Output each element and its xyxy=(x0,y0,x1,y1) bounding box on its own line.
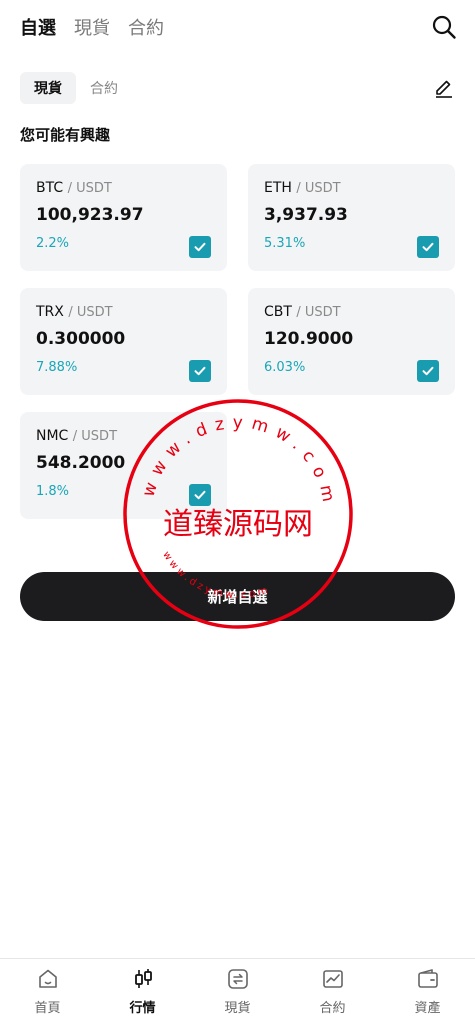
pair-name: TRX / USDT xyxy=(36,304,113,320)
pair-name: ETH / USDT xyxy=(264,180,341,196)
checkbox-checked-icon[interactable] xyxy=(189,484,211,506)
pair-price: 3,937.93 xyxy=(264,205,348,225)
pair-change: 1.8% xyxy=(36,484,70,499)
checkbox-checked-icon[interactable] xyxy=(417,236,439,258)
tab-contract[interactable]: 合約 xyxy=(128,14,164,40)
subtab-contract[interactable]: 合約 xyxy=(76,72,132,104)
nav-label: 首頁 xyxy=(34,1001,61,1016)
pair-card-nmc[interactable]: NMC / USDT 548.2000 1.8% xyxy=(20,412,227,519)
nav-market[interactable]: 行情 xyxy=(95,959,190,1024)
chart-contract-icon xyxy=(322,970,343,988)
nav-label: 資產 xyxy=(414,1001,441,1016)
pair-price: 120.9000 xyxy=(264,329,354,349)
nav-home[interactable]: 首頁 xyxy=(0,959,95,1024)
nav-label: 合約 xyxy=(319,1001,346,1016)
nav-assets[interactable]: 資產 xyxy=(380,959,475,1024)
nav-label: 行情 xyxy=(129,1001,156,1016)
checkbox-checked-icon[interactable] xyxy=(189,236,211,258)
search-icon[interactable] xyxy=(431,14,457,40)
pair-price: 100,923.97 xyxy=(36,205,144,225)
add-watchlist-button[interactable]: 新增自選 xyxy=(20,572,455,621)
sub-tabs: 現貨 合約 xyxy=(20,72,132,104)
pair-name: CBT / USDT xyxy=(264,304,341,320)
pair-price: 548.2000 xyxy=(36,453,126,473)
pair-name: NMC / USDT xyxy=(36,428,118,444)
wallet-icon xyxy=(417,969,438,988)
section-title: 您可能有興趣 xyxy=(20,126,111,144)
pair-card-btc[interactable]: BTC / USDT 100,923.97 2.2% xyxy=(20,164,227,271)
pair-change: 6.03% xyxy=(264,360,306,375)
checkbox-checked-icon[interactable] xyxy=(417,360,439,382)
tab-watchlist[interactable]: 自選 xyxy=(20,14,56,40)
pair-change: 5.31% xyxy=(264,236,306,251)
header-tabs: 自選 現貨 合約 xyxy=(20,14,164,40)
exchange-icon xyxy=(227,969,248,989)
nav-label: 現貨 xyxy=(224,1001,251,1016)
checkbox-checked-icon[interactable] xyxy=(189,360,211,382)
pair-price: 0.300000 xyxy=(36,329,126,349)
pair-change: 7.88% xyxy=(36,360,78,375)
candlestick-icon xyxy=(134,969,152,988)
edit-icon[interactable] xyxy=(433,76,455,98)
pair-change: 2.2% xyxy=(36,236,70,251)
home-icon xyxy=(38,969,57,988)
subtab-spot[interactable]: 現貨 xyxy=(20,72,76,104)
pair-card-trx[interactable]: TRX / USDT 0.300000 7.88% xyxy=(20,288,227,395)
tab-spot[interactable]: 現貨 xyxy=(74,14,110,40)
nav-contract[interactable]: 合約 xyxy=(285,959,380,1024)
pair-card-cbt[interactable]: CBT / USDT 120.9000 6.03% xyxy=(248,288,455,395)
pair-name: BTC / USDT xyxy=(36,180,112,196)
nav-spot[interactable]: 現貨 xyxy=(190,959,285,1024)
suggestion-grid: BTC / USDT 100,923.97 2.2% ETH / USDT 3,… xyxy=(20,164,455,519)
pair-card-eth[interactable]: ETH / USDT 3,937.93 5.31% xyxy=(248,164,455,271)
bottom-nav: 首頁 行情 現貨 合約 資產 xyxy=(0,958,475,1024)
